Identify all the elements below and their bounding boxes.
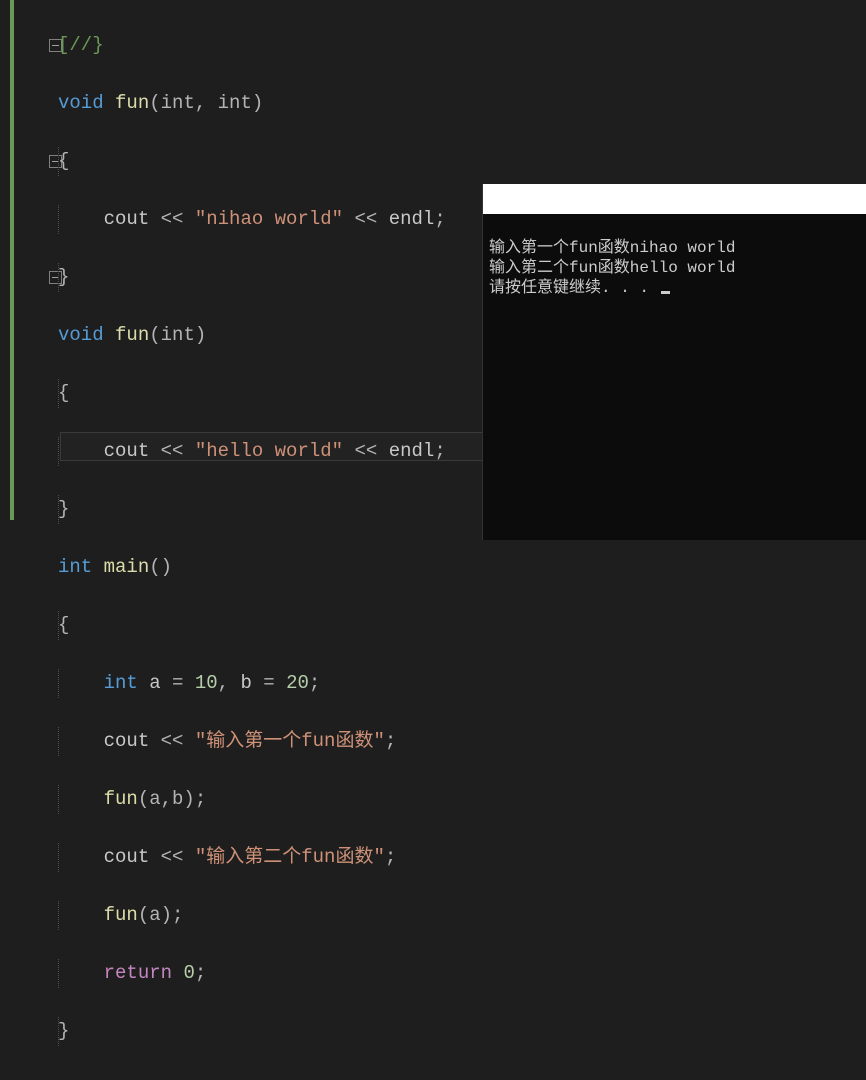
identifier: cout — [104, 208, 150, 230]
string-literal: "nihao world" — [195, 208, 343, 230]
keyword: int — [104, 672, 138, 694]
brace: { — [58, 614, 69, 636]
string-literal: "hello world" — [195, 440, 343, 462]
params: (int) — [149, 324, 206, 346]
keyword: void — [58, 324, 104, 346]
console-line: 请按任意键继续. . . — [489, 279, 659, 297]
string-literal: "输入第一个fun函数" — [195, 730, 385, 752]
console-window[interactable]: 输入第一个fun函数nihao world 输入第二个fun函数hello wo… — [483, 184, 866, 540]
keyword: int — [58, 556, 92, 578]
brace: { — [58, 382, 69, 404]
number: 20 — [286, 672, 309, 694]
cursor-icon — [661, 291, 670, 294]
console-line: 输入第二个fun函数hello world — [489, 259, 735, 277]
keyword: void — [58, 92, 104, 114]
brace: } — [58, 266, 69, 288]
code-text: [//} — [58, 34, 104, 56]
identifier: cout — [104, 440, 150, 462]
string-literal: "输入第二个fun函数" — [195, 846, 385, 868]
function-name: fun — [115, 324, 149, 346]
function-name: fun — [115, 92, 149, 114]
brace: } — [58, 498, 69, 520]
params: (int, int) — [149, 92, 263, 114]
brace: } — [58, 1020, 69, 1042]
function-call: fun — [104, 788, 138, 810]
function-call: fun — [104, 904, 138, 926]
keyword: return — [104, 962, 172, 984]
number: 10 — [195, 672, 218, 694]
brace: { — [58, 150, 69, 172]
code-area[interactable]: [//} void fun(int, int) { cout << "nihao… — [50, 0, 446, 540]
function-name: main — [104, 556, 150, 578]
console-line: 输入第一个fun函数nihao world — [489, 239, 735, 257]
console-output: 输入第一个fun函数nihao world 输入第二个fun函数hello wo… — [483, 214, 866, 322]
gutter — [0, 0, 50, 540]
